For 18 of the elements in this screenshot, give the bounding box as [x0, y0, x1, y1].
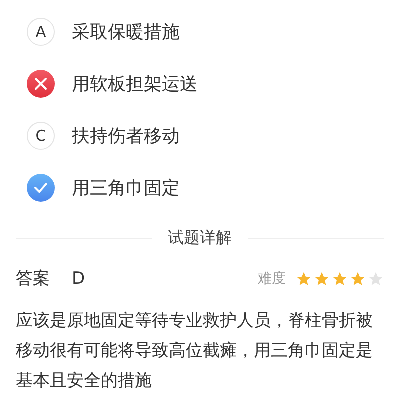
check-icon — [27, 174, 55, 202]
option-letter: A — [27, 18, 55, 46]
star-icon — [332, 270, 348, 286]
wrong-icon — [27, 70, 55, 98]
option-text: 采取保暖措施 — [72, 21, 180, 44]
star-icon — [314, 270, 330, 286]
explanation-text: 应该是原地固定等待专业救护人员，脊柱骨折被移动很有可能将导致高位截瘫，用三角巾固定是基本且安全的措施 — [16, 310, 374, 393]
section-title: 试题详解 — [168, 228, 232, 249]
option-text: 用三角巾固定 — [72, 177, 180, 200]
answer-label: 答案 — [16, 268, 50, 290]
option-letter: C — [27, 122, 55, 150]
option-text: 扶持伤者移动 — [72, 125, 180, 148]
star-icon — [368, 270, 384, 286]
answer-value: D — [72, 268, 86, 288]
star-icon — [350, 270, 366, 286]
option-text: 用软板担架运送 — [72, 73, 198, 96]
difficulty-label: 难度 — [258, 270, 286, 288]
star-icon — [296, 270, 312, 286]
